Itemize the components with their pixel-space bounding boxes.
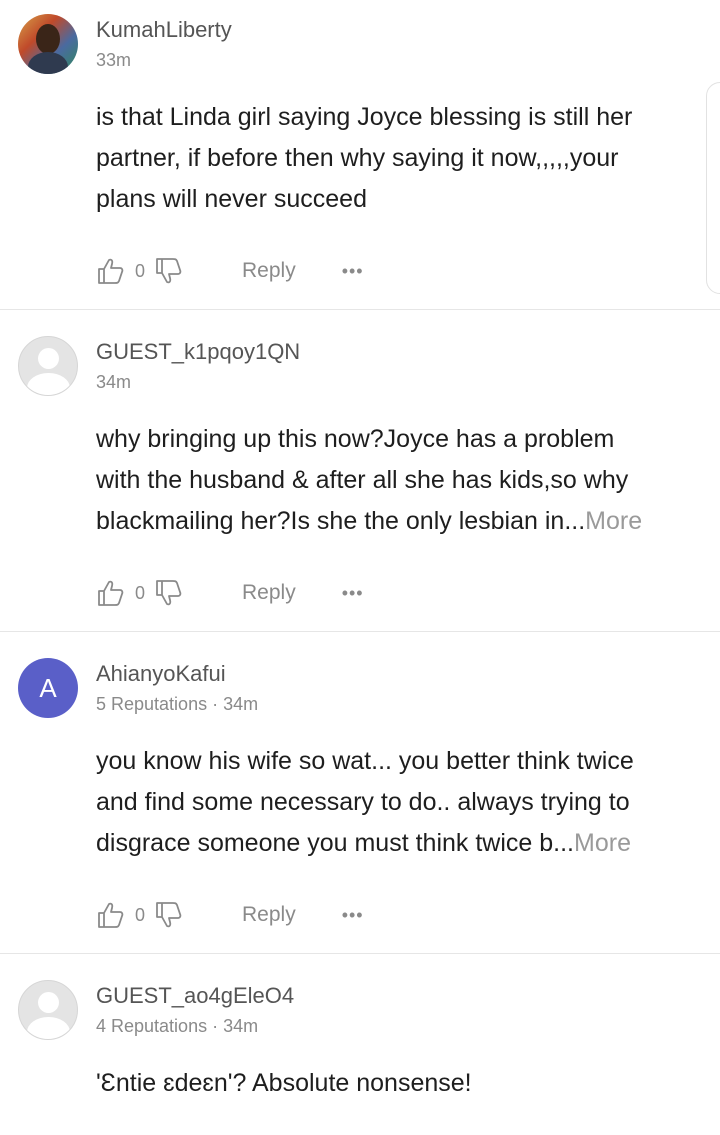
- comment-meta: 5 Reputations · 34m: [96, 694, 259, 714]
- like-count: 0: [134, 904, 145, 925]
- username[interactable]: KumahLiberty: [96, 17, 232, 43]
- thumbs-up-icon[interactable]: [96, 578, 126, 608]
- avatar-body: [28, 52, 68, 74]
- side-panel-handle[interactable]: [706, 82, 720, 294]
- more-options-icon[interactable]: •••: [342, 905, 364, 926]
- more-link[interactable]: More: [585, 507, 642, 535]
- thumbs-down-icon[interactable]: [154, 900, 184, 930]
- comment-meta: 33m: [96, 50, 132, 70]
- thumbs-up-icon[interactable]: [96, 256, 126, 286]
- comment-meta: 4 Reputations · 34m: [96, 1016, 259, 1036]
- comment-actions: 0 Reply •••: [96, 897, 364, 933]
- thumbs-down-icon[interactable]: [154, 256, 184, 286]
- comment-item: GUEST_k1pqoy1QN 34m why bringing up this…: [0, 310, 720, 632]
- avatar-head: [38, 992, 59, 1013]
- avatar[interactable]: [18, 336, 78, 396]
- avatar[interactable]: [18, 14, 78, 74]
- more-options-icon[interactable]: •••: [342, 583, 364, 604]
- comment-item: A AhianyoKafui 5 Reputations · 34m you k…: [0, 632, 720, 954]
- comment-body: why bringing up this now?Joyce has a pro…: [96, 419, 706, 542]
- comment-item: KumahLiberty 33m is that Linda girl sayi…: [0, 0, 720, 310]
- like-count: 0: [134, 260, 145, 281]
- comment-meta: 34m: [96, 372, 132, 392]
- reply-button[interactable]: Reply: [242, 259, 296, 283]
- comment-actions: 0 Reply •••: [96, 575, 364, 611]
- avatar[interactable]: A: [18, 658, 78, 718]
- thumbs-down-icon[interactable]: [154, 578, 184, 608]
- more-options-icon[interactable]: •••: [342, 261, 364, 282]
- username[interactable]: AhianyoKafui: [96, 661, 226, 687]
- reply-button[interactable]: Reply: [242, 581, 296, 605]
- comment-actions: 0 Reply •••: [96, 253, 364, 289]
- avatar-shoulders: [27, 1017, 70, 1039]
- username[interactable]: GUEST_ao4gEleO4: [96, 983, 294, 1009]
- comment-body: you know his wife so wat... you better t…: [96, 741, 706, 864]
- more-link[interactable]: More: [574, 829, 631, 857]
- avatar-face: [36, 24, 60, 54]
- comment-text: why bringing up this now?Joyce has a pro…: [96, 425, 629, 535]
- reply-button[interactable]: Reply: [242, 903, 296, 927]
- comment-text: you know his wife so wat... you better t…: [96, 747, 634, 857]
- username[interactable]: GUEST_k1pqoy1QN: [96, 339, 300, 365]
- comment-text: is that Linda girl saying Joyce blessing…: [96, 103, 633, 213]
- avatar-head: [38, 348, 59, 369]
- comment-body: 'Ɛntie ɛdeɛn'? Absolute nonsense!: [96, 1069, 472, 1097]
- like-count: 0: [134, 582, 145, 603]
- comment-body: is that Linda girl saying Joyce blessing…: [96, 97, 706, 220]
- avatar[interactable]: [18, 980, 78, 1040]
- avatar-shoulders: [27, 373, 70, 395]
- comment-item: GUEST_ao4gEleO4 4 Reputations · 34m 'Ɛnt…: [0, 954, 720, 1135]
- thumbs-up-icon[interactable]: [96, 900, 126, 930]
